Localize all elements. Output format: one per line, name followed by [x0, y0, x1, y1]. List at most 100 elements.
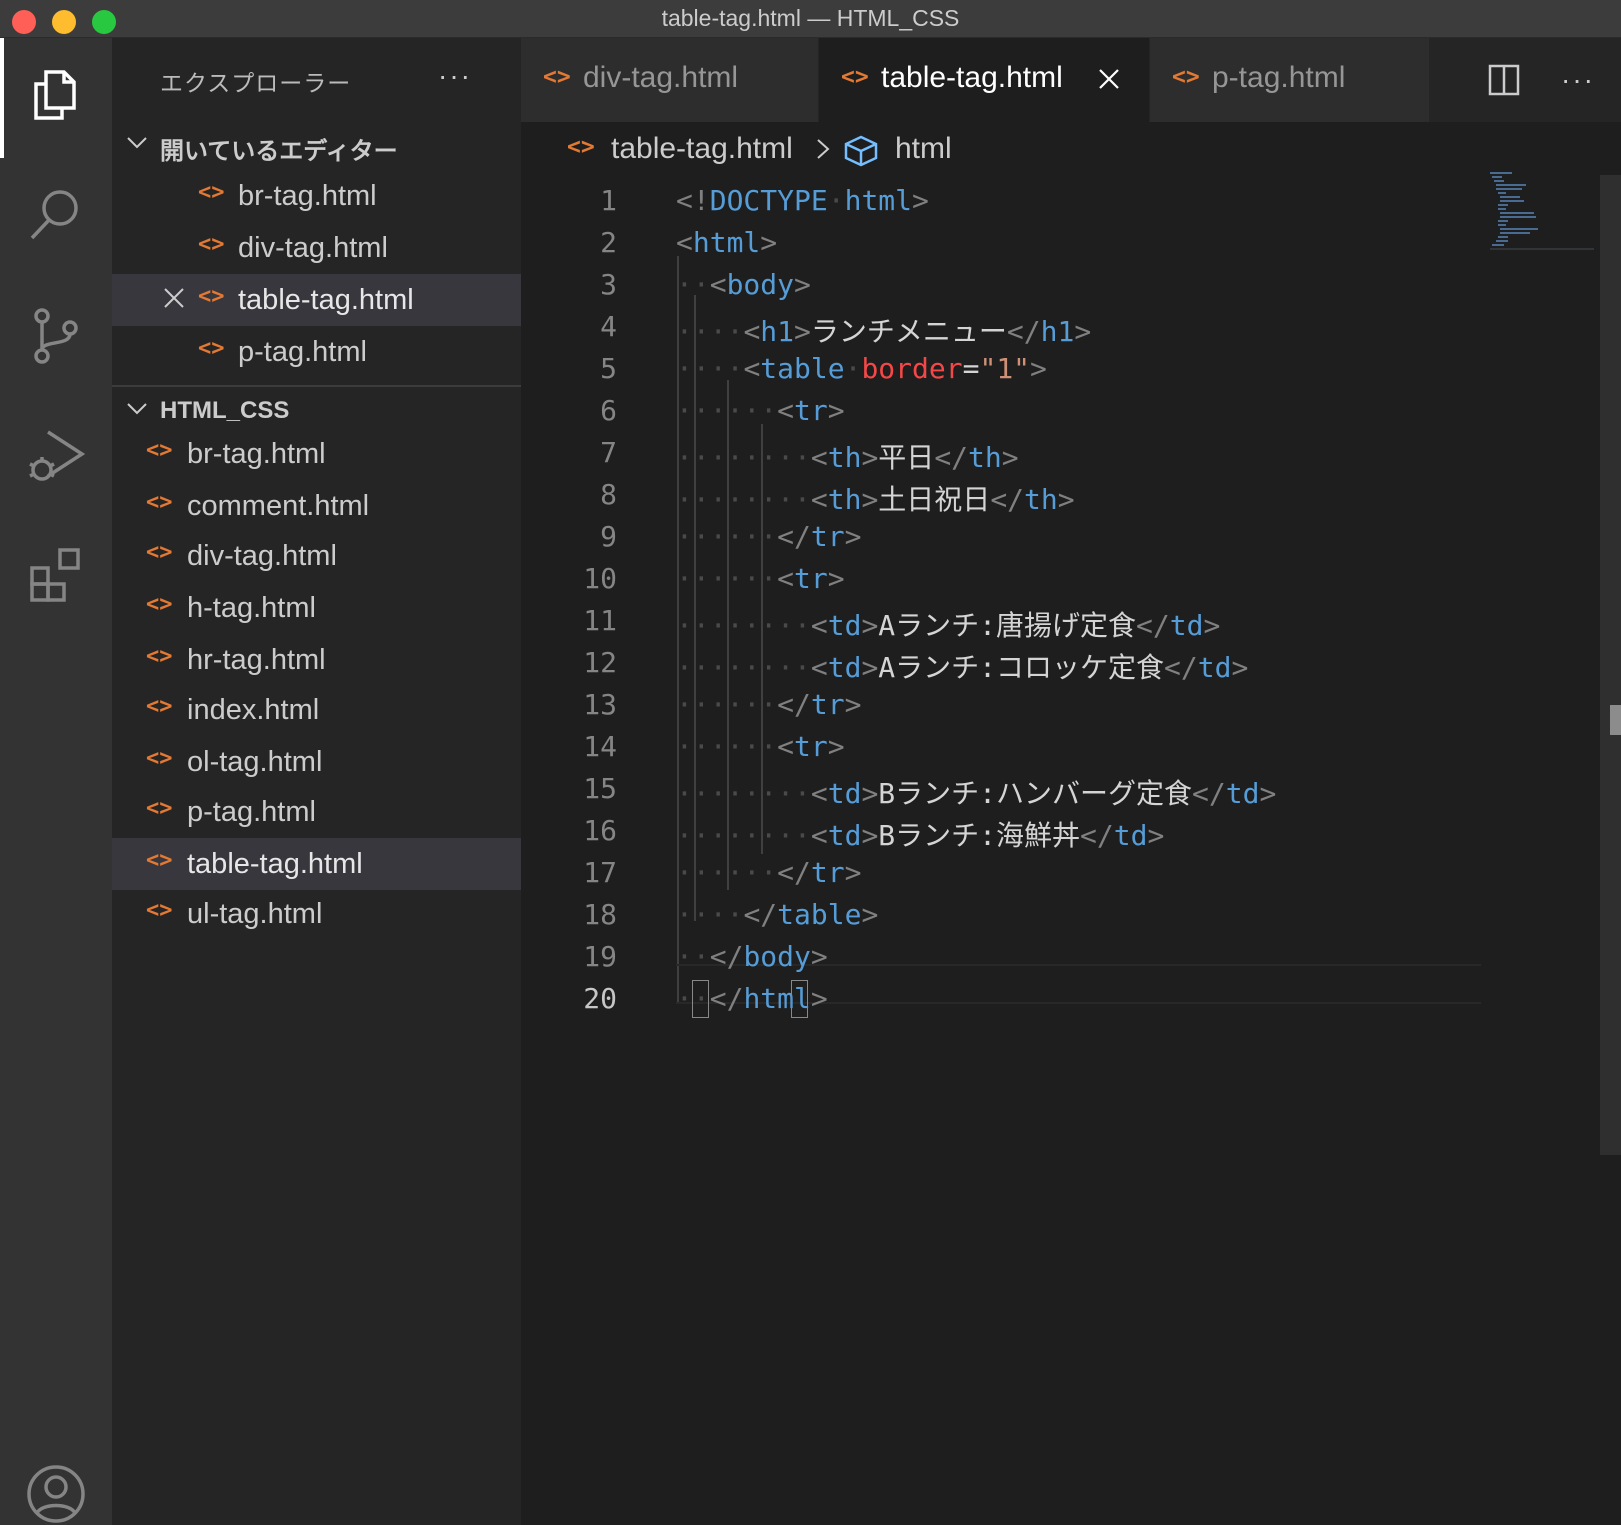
open-editors-section[interactable]: 開いているエディター	[112, 122, 521, 166]
workspace-file[interactable]: <> div-tag.html	[112, 530, 521, 582]
search-icon[interactable]	[22, 180, 90, 248]
code-line[interactable]: 12 ········<td>Aランチ:コロッケ定食</td>	[521, 642, 1481, 685]
html-file-icon: <>	[146, 848, 173, 873]
line-content: ······</tr>	[676, 688, 862, 721]
scrollbar-thumb[interactable]	[1600, 175, 1621, 1155]
explorer-icon[interactable]	[22, 60, 90, 128]
html-file-icon: <>	[146, 746, 173, 771]
breadcrumb-node[interactable]: html	[895, 132, 952, 166]
extensions-icon[interactable]	[22, 540, 90, 608]
tab-label: div-tag.html	[583, 61, 739, 94]
minimap[interactable]	[1490, 172, 1596, 250]
line-content: ········<td>Bランチ:ハンバーグ定食</td>	[676, 777, 1277, 810]
code-line[interactable]: 16 ········<td>Bランチ:海鮮丼</td>	[521, 810, 1481, 853]
code-line[interactable]: 9 ······</tr>	[521, 516, 1481, 559]
section-divider	[112, 385, 521, 387]
file-name: ul-tag.html	[187, 898, 323, 930]
code-line[interactable]: 14 ······<tr>	[521, 726, 1481, 769]
close-icon[interactable]	[160, 284, 188, 312]
open-editor-item-active[interactable]: <> table-tag.html	[112, 274, 521, 326]
code-line[interactable]: 7 ········<th>平日</th>	[521, 432, 1481, 475]
explorer-sidebar: エクスプローラー ··· 開いているエディター <> br-tag.html <…	[112, 38, 521, 1525]
more-actions-button[interactable]: ···	[438, 60, 472, 92]
breadcrumb-file[interactable]: table-tag.html	[611, 132, 793, 166]
line-number: 7	[600, 436, 617, 469]
line-number: 4	[600, 310, 617, 343]
code-line[interactable]: 2 <html>	[521, 222, 1481, 265]
chevron-down-icon	[127, 137, 147, 149]
tab-div-tag[interactable]: <> div-tag.html	[521, 38, 819, 122]
activity-bar	[0, 38, 112, 1525]
code-line[interactable]: 13 ······</tr>	[521, 684, 1481, 727]
file-name: div-tag.html	[187, 540, 337, 572]
workspace-file[interactable]: <> comment.html	[112, 480, 521, 532]
tab-table-tag[interactable]: <> table-tag.html	[819, 38, 1150, 122]
account-icon[interactable]	[22, 1460, 90, 1525]
line-number: 13	[583, 688, 617, 721]
html-file-icon: <>	[567, 134, 595, 160]
tab-label: p-tag.html	[1212, 61, 1346, 94]
open-editor-item[interactable]: <> div-tag.html	[112, 222, 521, 274]
code-line[interactable]: 11 ········<td>Aランチ:唐揚げ定食</td>	[521, 600, 1481, 643]
run-debug-icon[interactable]	[22, 422, 90, 490]
code-line[interactable]: 6 ······<tr>	[521, 390, 1481, 433]
workspace-file[interactable]: <> index.html	[112, 684, 521, 736]
code-line[interactable]: 18 ····</table>	[521, 894, 1481, 937]
code-line[interactable]: 1 <!DOCTYPE·html>	[521, 180, 1481, 223]
workspace-section[interactable]: HTML_CSS	[112, 388, 521, 432]
code-line[interactable]: 17 ······</tr>	[521, 852, 1481, 895]
html-file-icon: <>	[543, 64, 571, 90]
code-line[interactable]: 5 ····<table·border="1">	[521, 348, 1481, 391]
code-line-current[interactable]: 20 ··</html>	[521, 978, 1481, 1021]
line-number: 15	[583, 772, 617, 805]
line-content: ········<th>平日</th>	[676, 441, 1019, 474]
source-control-icon[interactable]	[22, 302, 90, 370]
file-name: table-tag.html	[238, 284, 414, 316]
code-line[interactable]: 8 ········<th>土日祝日</th>	[521, 474, 1481, 517]
workspace-file-selected[interactable]: <> table-tag.html	[112, 838, 521, 890]
line-number: 16	[583, 814, 617, 847]
line-number: 20	[583, 982, 617, 1015]
line-content: <html>	[676, 226, 778, 259]
workspace-file[interactable]: <> ul-tag.html	[112, 888, 521, 940]
html-file-icon: <>	[146, 694, 173, 719]
symbol-cube-icon	[844, 135, 878, 167]
line-number: 9	[600, 520, 617, 553]
close-icon[interactable]	[1094, 64, 1124, 94]
bracket-match-close	[791, 980, 808, 1018]
workspace-file[interactable]: <> hr-tag.html	[112, 634, 521, 686]
file-name: br-tag.html	[187, 438, 326, 470]
line-number: 17	[583, 856, 617, 889]
line-content: ········<th>土日祝日</th>	[676, 483, 1075, 516]
chevron-right-icon	[817, 139, 830, 159]
line-number: 10	[583, 562, 617, 595]
workspace-file[interactable]: <> h-tag.html	[112, 582, 521, 634]
line-content: ····</table>	[676, 898, 879, 931]
line-content: ····<h1>ランチメニュー</h1>	[676, 315, 1092, 348]
tab-p-tag[interactable]: <> p-tag.html	[1150, 38, 1430, 122]
line-number: 18	[583, 898, 617, 931]
workspace-file[interactable]: <> br-tag.html	[112, 428, 521, 480]
file-name: comment.html	[187, 490, 370, 522]
code-line[interactable]: 15 ········<td>Bランチ:ハンバーグ定食</td>	[521, 768, 1481, 811]
open-editor-item[interactable]: <> p-tag.html	[112, 326, 521, 378]
window-title: table-tag.html — HTML_CSS	[661, 5, 960, 31]
file-name: br-tag.html	[238, 180, 377, 212]
html-file-icon: <>	[146, 490, 173, 515]
split-editor-icon[interactable]	[1482, 58, 1526, 102]
more-actions-button[interactable]: ···	[1556, 58, 1600, 102]
sidebar-title: エクスプローラー	[160, 70, 352, 96]
code-line[interactable]: 10 ······<tr>	[521, 558, 1481, 601]
line-content: <!DOCTYPE·html>	[676, 184, 929, 217]
workspace-file[interactable]: <> p-tag.html	[112, 786, 521, 838]
code-line[interactable]: 19 ··</body>	[521, 936, 1481, 979]
line-number: 12	[583, 646, 617, 679]
code-line[interactable]: 4 ····<h1>ランチメニュー</h1>	[521, 306, 1481, 349]
workspace-file[interactable]: <> ol-tag.html	[112, 736, 521, 788]
html-file-icon: <>	[146, 438, 173, 463]
code-editor[interactable]: 1 <!DOCTYPE·html> 2 <html> 3 ··<body> 4 …	[521, 180, 1600, 1525]
open-editor-item[interactable]: <> br-tag.html	[112, 170, 521, 222]
html-file-icon: <>	[1172, 64, 1200, 90]
html-file-icon: <>	[146, 540, 173, 565]
code-line[interactable]: 3 ··<body>	[521, 264, 1481, 307]
